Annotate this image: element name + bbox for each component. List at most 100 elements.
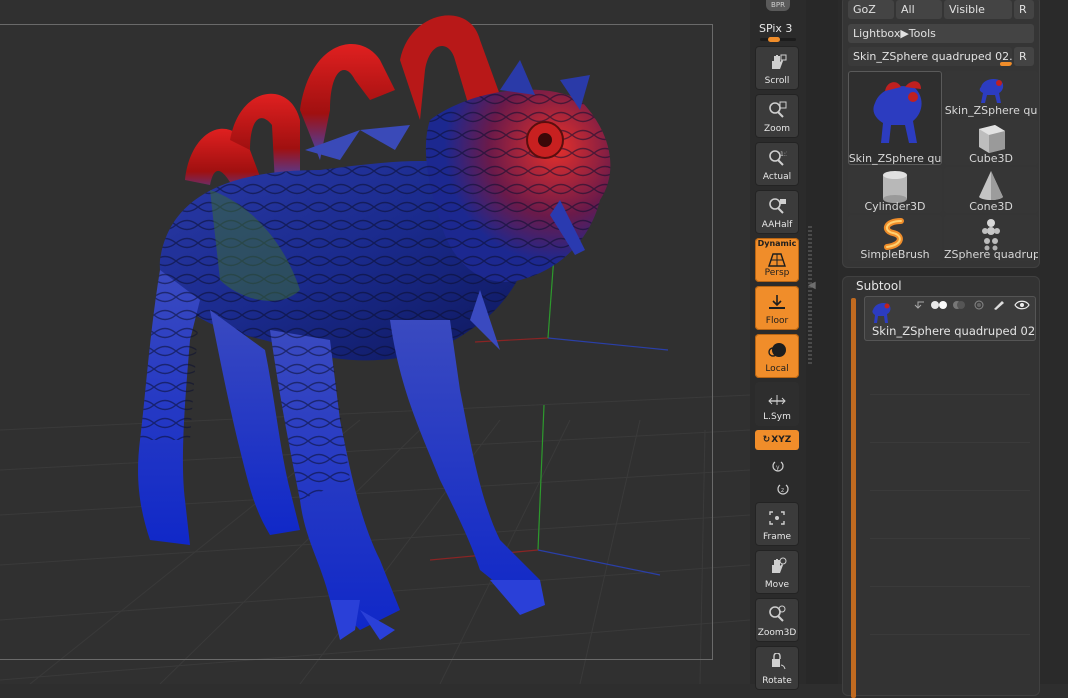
tool-thumb-cube3d[interactable]: Cube3D	[944, 119, 1038, 165]
divider-grip[interactable]	[808, 226, 812, 366]
quadruped-small-icon	[979, 79, 1004, 103]
eye-visibility-icon[interactable]	[1014, 300, 1030, 310]
thumb-label: Cube3D	[969, 152, 1013, 165]
thumb-label: Cone3D	[969, 200, 1013, 213]
svg-text:1:1: 1:1	[780, 151, 787, 158]
floor-button[interactable]: Floor	[755, 286, 799, 330]
subtool-scrollbar[interactable]	[851, 298, 856, 698]
right-shelf: BPR SPix 3 Scroll Zoom 1:1 Actual AAHalf…	[750, 0, 806, 690]
current-tool-label: Skin_ZSphere quadruped 02.	[853, 50, 1012, 63]
aahalf-label: AAHalf	[761, 220, 793, 230]
rotate-icon	[767, 652, 787, 671]
r-button[interactable]: R	[1014, 0, 1034, 19]
tool-thumb-zsphere-quadruped[interactable]: ZSphere quadrup	[944, 215, 1038, 261]
subtool-empty-row	[870, 490, 1030, 491]
local-symmetry-icon	[767, 389, 787, 407]
magnifier-zoom-icon	[767, 101, 787, 119]
subtool-empty-row	[870, 538, 1030, 539]
z-axis-rotate-icon[interactable]: z	[776, 481, 790, 495]
move-label: Move	[764, 580, 790, 590]
magnifier-aahalf-icon	[767, 197, 787, 215]
tool-thumb-skin-zsphere-large[interactable]: Skin_ZSphere qu	[848, 71, 942, 165]
simplebrush-icon	[883, 218, 904, 250]
tool-panel: GoZ All Visible R Lightbox▶Tools Skin_ZS…	[842, 0, 1040, 268]
magnifier-actual-icon: 1:1	[767, 149, 790, 167]
cube-icon	[979, 125, 1005, 153]
zoom-button[interactable]: Zoom	[755, 94, 799, 138]
persp-label: Persp	[764, 268, 790, 278]
subtool-thumb-icon	[872, 302, 891, 323]
hand-move-icon	[767, 557, 787, 575]
lsym-label: L.Sym	[763, 412, 791, 422]
zoom3d-label: Zoom3D	[757, 628, 797, 638]
thumb-label: Cylinder3D	[864, 200, 926, 213]
rotate-button[interactable]: Rotate	[755, 646, 799, 690]
tool-thumb-simplebrush[interactable]: SimpleBrush	[848, 215, 942, 261]
local-label: Local	[765, 364, 789, 374]
scroll-button[interactable]: Scroll	[755, 46, 799, 90]
perspective-grid-icon	[767, 250, 787, 268]
goz-button[interactable]: GoZ	[848, 0, 894, 19]
subtool-arrow-icon[interactable]	[914, 300, 926, 310]
frame-label: Frame	[762, 532, 792, 542]
subtool-item[interactable]: Skin_ZSphere quadruped 02	[864, 296, 1036, 341]
svg-text:y: y	[776, 464, 780, 471]
subtool-empty-row	[870, 634, 1030, 635]
subtool-item-label: Skin_ZSphere quadruped 02	[872, 324, 1036, 338]
spix-slider[interactable]	[760, 37, 796, 42]
actual-label: Actual	[762, 172, 792, 182]
subtool-title[interactable]: Subtool	[856, 279, 902, 293]
frame-icon	[767, 509, 787, 527]
thumb-label: Skin_ZSphere qu	[848, 152, 942, 165]
local-button[interactable]: Local	[755, 334, 799, 378]
zoom-label: Zoom	[764, 124, 790, 134]
tool-thumb-skin-zsphere[interactable]: Skin_ZSphere qu	[944, 71, 1038, 117]
actual-button[interactable]: 1:1 Actual	[755, 142, 799, 186]
subtool-empty-row	[870, 586, 1030, 587]
thumb-label: Skin_ZSphere qu	[944, 104, 1038, 117]
frame-button[interactable]: Frame	[755, 502, 799, 546]
current-tool-slider-knob[interactable]	[1000, 62, 1012, 66]
hand-scroll-icon	[767, 53, 787, 71]
collapse-arrow-icon[interactable]: ◀	[808, 280, 816, 291]
visible-button[interactable]: Visible	[944, 0, 1012, 19]
spix-slider-knob[interactable]	[768, 37, 780, 42]
ghost-toggle-icon[interactable]	[972, 300, 986, 310]
floor-label: Floor	[765, 316, 789, 326]
xyz-rotate-icon: ↻	[762, 435, 771, 445]
brush-toggle-icon[interactable]	[992, 300, 1006, 310]
cylinder-icon	[883, 171, 907, 203]
skin-zsphere-quadruped-model[interactable]	[0, 0, 750, 684]
tool-thumb-cylinder3d[interactable]: Cylinder3D	[848, 167, 942, 213]
r2-button[interactable]: R	[1014, 47, 1034, 66]
xyz-label: XYZ	[771, 435, 792, 445]
subtool-empty-row	[870, 394, 1030, 395]
aahalf-button[interactable]: AAHalf	[755, 190, 799, 234]
zsphere-figure-icon	[982, 219, 1000, 251]
svg-text:z: z	[781, 487, 784, 494]
thumb-label: SimpleBrush	[860, 248, 930, 261]
local-sphere-icon	[767, 341, 787, 359]
panel-divider[interactable]: ◀	[806, 0, 838, 684]
current-tool-slot[interactable]: Skin_ZSphere quadruped 02.	[848, 47, 1012, 66]
tool-thumb-cone3d[interactable]: Cone3D	[944, 167, 1038, 213]
lightbox-tools-button[interactable]: Lightbox▶Tools	[848, 24, 1034, 43]
move-button[interactable]: Move	[755, 550, 799, 594]
quadruped-thumb-icon	[873, 81, 922, 143]
y-axis-rotate-icon[interactable]: y	[771, 458, 785, 472]
zoom3d-icon	[767, 605, 787, 623]
document-canvas[interactable]	[0, 0, 750, 684]
subtool-empty-row	[870, 442, 1030, 443]
persp-button[interactable]: Dynamic Persp	[755, 238, 799, 282]
cone-icon	[979, 171, 1003, 200]
polypaint-toggle-icon[interactable]	[930, 300, 950, 310]
lsym-button[interactable]: L.Sym	[755, 382, 799, 426]
material-toggle-icon[interactable]	[952, 300, 966, 310]
bpr-button[interactable]: BPR	[766, 0, 790, 11]
xyz-axis-button[interactable]: ↻ XYZ	[755, 430, 799, 450]
zoom3d-button[interactable]: Zoom3D	[755, 598, 799, 642]
spix-label: SPix 3	[759, 22, 793, 35]
dynamic-tag: Dynamic	[757, 239, 797, 248]
all-button[interactable]: All	[896, 0, 942, 19]
rotate-label: Rotate	[762, 676, 792, 686]
